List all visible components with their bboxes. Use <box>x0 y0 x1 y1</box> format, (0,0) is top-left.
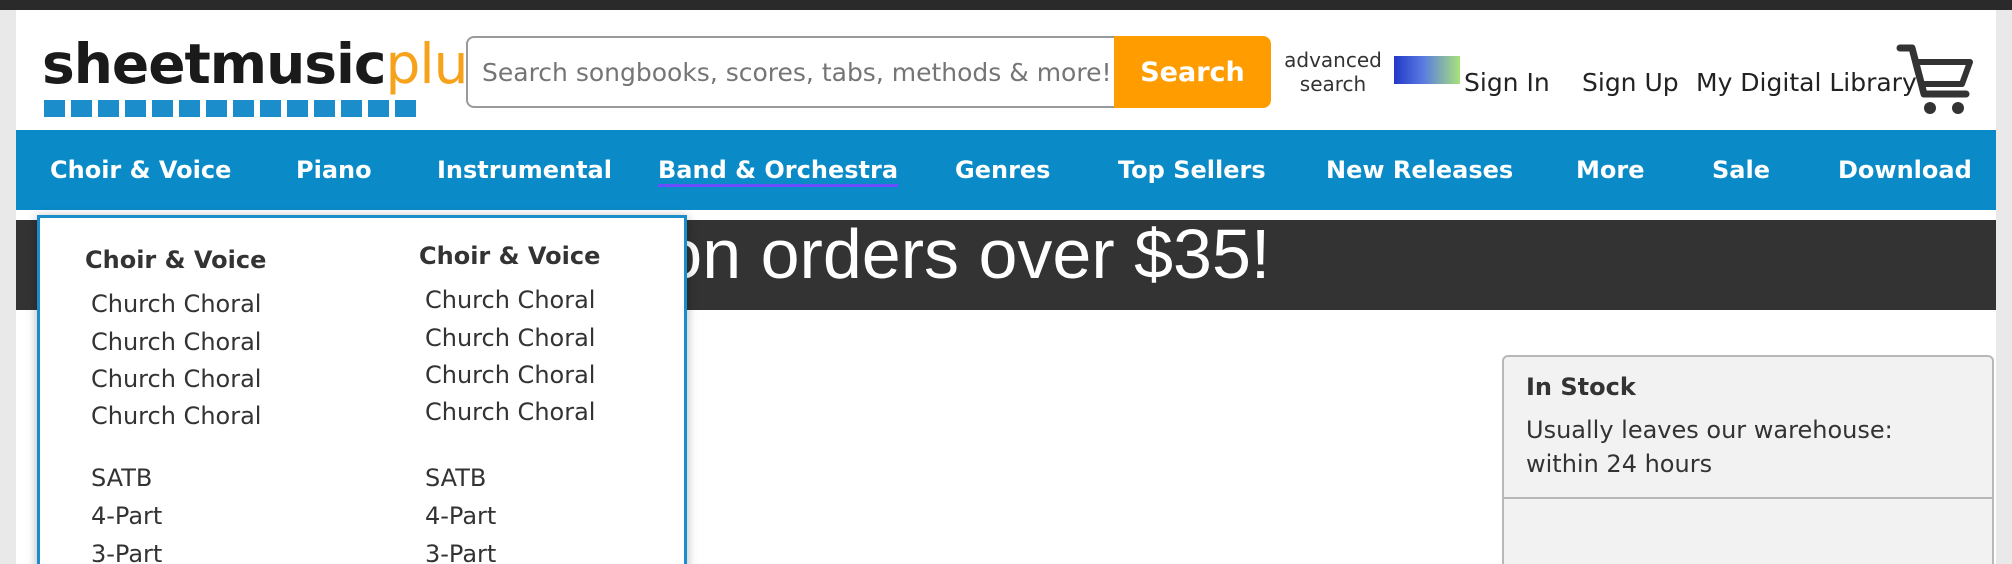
choir-voice-dropdown: Choir & Voice Church Choral Church Chora… <box>37 215 687 564</box>
stock-title: In Stock <box>1526 373 1636 401</box>
stock-description: Usually leaves our warehouse: within 24 … <box>1526 416 1893 478</box>
dropdown-link[interactable]: SATB <box>425 464 486 492</box>
logo-squares <box>44 100 416 117</box>
advanced-search-link[interactable]: advanced search <box>1278 48 1388 96</box>
dropdown-link[interactable]: Church Choral <box>425 361 595 389</box>
main-nav: Choir & Voice Piano Instrumental Band & … <box>16 130 1996 210</box>
digital-library-link[interactable]: My Digital Library <box>1696 68 1917 97</box>
nav-more[interactable]: More <box>1576 130 1644 210</box>
sign-in-link[interactable]: Sign In <box>1464 68 1550 97</box>
nav-band-orchestra[interactable]: Band & Orchestra <box>658 130 898 210</box>
nav-download[interactable]: Download <box>1838 130 1972 210</box>
top-strip <box>0 0 2012 10</box>
advanced-search-line1: advanced <box>1284 48 1382 72</box>
nav-choir-voice[interactable]: Choir & Voice <box>50 130 231 210</box>
dropdown-link[interactable]: Church Choral <box>91 402 261 430</box>
dropdown-link[interactable]: 3-Part <box>91 540 162 564</box>
dropdown-heading[interactable]: Choir & Voice <box>85 246 266 274</box>
cart-icon[interactable] <box>1896 38 1976 118</box>
site-logo[interactable]: sheetmusicplus <box>42 32 496 132</box>
stock-divider <box>1504 497 1992 499</box>
dropdown-link[interactable]: Church Choral <box>425 286 595 314</box>
stock-panel: In Stock Usually leaves our warehouse: w… <box>1502 355 1994 564</box>
search-button[interactable]: Search <box>1114 36 1271 108</box>
dropdown-heading[interactable]: Choir & Voice <box>419 242 600 270</box>
logo-main: sheetmusic <box>42 32 386 96</box>
search-input[interactable] <box>466 36 1130 108</box>
advanced-search-line2: search <box>1299 72 1367 96</box>
dropdown-link[interactable]: Church Choral <box>425 398 595 426</box>
nav-piano[interactable]: Piano <box>296 130 372 210</box>
dropdown-link[interactable]: Church Choral <box>91 328 261 356</box>
nav-sale[interactable]: Sale <box>1712 130 1770 210</box>
logo-wordmark: sheetmusicplus <box>42 32 496 96</box>
dropdown-link[interactable]: SATB <box>91 464 152 492</box>
nav-instrumental[interactable]: Instrumental <box>437 130 612 210</box>
dropdown-link[interactable]: 4-Part <box>91 502 162 530</box>
nav-top-sellers[interactable]: Top Sellers <box>1118 130 1266 210</box>
gradient-swatch <box>1394 56 1460 84</box>
sign-up-link[interactable]: Sign Up <box>1582 68 1679 97</box>
dropdown-link[interactable]: Church Choral <box>91 365 261 393</box>
dropdown-link[interactable]: Church Choral <box>91 290 261 318</box>
dropdown-link[interactable]: 3-Part <box>425 540 496 564</box>
dropdown-link[interactable]: 4-Part <box>425 502 496 530</box>
nav-genres[interactable]: Genres <box>955 130 1050 210</box>
dropdown-link[interactable]: Church Choral <box>425 324 595 352</box>
nav-new-releases[interactable]: New Releases <box>1326 130 1513 210</box>
